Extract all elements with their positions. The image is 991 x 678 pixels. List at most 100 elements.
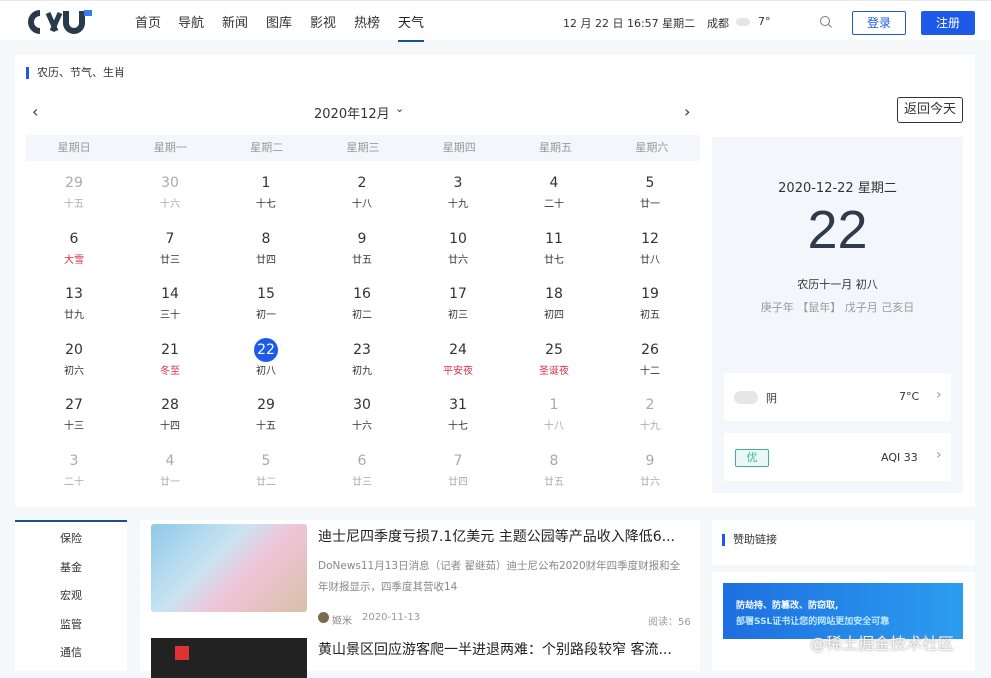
calendar-day[interactable]: 2 十九 bbox=[602, 389, 698, 444]
lunar-label: 廿三 bbox=[160, 254, 180, 266]
calendar-day[interactable]: 29 十五 bbox=[26, 167, 122, 222]
category-fund[interactable]: 基金 bbox=[15, 559, 127, 575]
nav-hot[interactable]: 热榜 bbox=[354, 12, 380, 31]
calendar-day[interactable]: 1 十七 bbox=[218, 167, 314, 222]
calendar-day[interactable]: 13 廿九 bbox=[26, 278, 122, 333]
weekday-label: 星期二 bbox=[250, 141, 284, 154]
chevron-down-icon[interactable]: ⌄ bbox=[395, 102, 404, 115]
calendar-day[interactable]: 14 三十 bbox=[122, 278, 218, 333]
calendar-day[interactable]: 3 二十 bbox=[26, 445, 122, 500]
day-number: 7 bbox=[453, 452, 463, 469]
calendar-day[interactable]: 9 廿六 bbox=[602, 445, 698, 500]
category-macro[interactable]: 宏观 bbox=[15, 587, 127, 603]
lunar-label: 十八 bbox=[352, 199, 372, 210]
header-temp: 7° bbox=[758, 15, 771, 28]
calendar-day[interactable]: 5 廿二 bbox=[218, 445, 314, 500]
calendar-day[interactable]: 18 初四 bbox=[506, 278, 602, 333]
sponsor-header: 赞助链接 bbox=[712, 520, 975, 565]
return-today-button[interactable]: 返回今天 bbox=[897, 97, 963, 123]
login-button[interactable]: 登录 bbox=[852, 11, 906, 35]
category-telecom[interactable]: 通信 bbox=[15, 644, 127, 660]
header-city[interactable]: 成都 bbox=[707, 15, 729, 31]
calendar-day-today[interactable]: 22 初八 bbox=[218, 334, 314, 389]
calendar-day[interactable]: 8 廿四 bbox=[218, 223, 314, 278]
search-icon[interactable] bbox=[819, 15, 833, 29]
calendar-day[interactable]: 30 十六 bbox=[314, 389, 410, 444]
calendar-day[interactable]: 15 初一 bbox=[218, 278, 314, 333]
lunar-label: 初一 bbox=[256, 310, 276, 321]
news-thumbnail[interactable] bbox=[151, 638, 307, 678]
calendar-day[interactable]: 5 廿一 bbox=[602, 167, 698, 222]
lunar-label: 初五 bbox=[640, 310, 660, 321]
day-number: 31 bbox=[449, 397, 467, 413]
calendar-day[interactable]: 16 初二 bbox=[314, 278, 410, 333]
day-number: 17 bbox=[449, 286, 467, 302]
calendar-day[interactable]: 17 初三 bbox=[410, 278, 506, 333]
calendar-day[interactable]: 7 廿四 bbox=[410, 445, 506, 500]
day-number: 5 bbox=[261, 452, 271, 469]
calendar-day[interactable]: 23 初九 bbox=[314, 334, 410, 389]
calendar-day[interactable]: 25 圣诞夜 bbox=[506, 334, 602, 389]
nav-weather[interactable]: 天气 bbox=[398, 12, 424, 31]
calendar-day[interactable]: 2 十八 bbox=[314, 167, 410, 222]
nav-guide[interactable]: 导航 bbox=[178, 12, 204, 31]
day-number: 11 bbox=[545, 230, 563, 247]
day-number: 30 bbox=[353, 397, 371, 413]
calendar-day[interactable]: 4 二十 bbox=[506, 167, 602, 222]
calendar-day[interactable]: 30 十六 bbox=[122, 167, 218, 222]
nav-gallery[interactable]: 图库 bbox=[266, 12, 292, 31]
calendar-day[interactable]: 24 平安夜 bbox=[410, 334, 506, 389]
category-insurance[interactable]: 保险 bbox=[15, 530, 127, 546]
calendar-day[interactable]: 27 十三 bbox=[26, 389, 122, 444]
calendar-day[interactable]: 21 冬至 bbox=[122, 334, 218, 389]
news-title[interactable]: 迪士尼四季度亏损7.1亿美元 主题公园等产品收入降低6... bbox=[318, 526, 675, 546]
site-logo[interactable] bbox=[26, 9, 96, 35]
nav-video[interactable]: 影视 bbox=[310, 12, 336, 31]
cloud-icon bbox=[734, 391, 758, 404]
calendar-day[interactable]: 26 十二 bbox=[602, 334, 698, 389]
calendar-day[interactable]: 29 十五 bbox=[218, 389, 314, 444]
lunar-label: 廿九 bbox=[64, 310, 84, 321]
calendar-day[interactable]: 4 廿一 bbox=[122, 445, 218, 500]
calendar-day[interactable]: 7 廿三 bbox=[122, 223, 218, 278]
nav-home[interactable]: 首页 bbox=[135, 12, 161, 31]
calendar-day[interactable]: 31 十七 bbox=[410, 389, 506, 444]
next-month-icon[interactable]: › bbox=[684, 102, 690, 121]
calendar-day[interactable]: 19 初五 bbox=[602, 278, 698, 333]
day-number: 23 bbox=[353, 341, 371, 358]
lunar-label: 廿五 bbox=[544, 476, 564, 488]
calendar-day[interactable]: 20 初六 bbox=[26, 334, 122, 389]
prev-month-icon[interactable]: ‹ bbox=[32, 102, 38, 121]
calendar-day[interactable]: 1 十八 bbox=[506, 389, 602, 444]
day-number: 25 bbox=[545, 341, 563, 358]
calendar-day[interactable]: 12 廿八 bbox=[602, 223, 698, 278]
lunar-label: 十六 bbox=[160, 199, 180, 210]
day-number: 20 bbox=[65, 341, 83, 358]
category-regulation[interactable]: 监管 bbox=[15, 616, 127, 632]
aqi-card[interactable]: 优 AQI 33 › bbox=[724, 433, 951, 481]
calendar-day[interactable]: 3 十九 bbox=[410, 167, 506, 222]
lunar-label: 廿八 bbox=[640, 254, 660, 266]
weekday-label: 星期三 bbox=[346, 141, 380, 154]
lunar-label: 廿一 bbox=[160, 476, 180, 488]
day-number: 14 bbox=[161, 286, 179, 302]
watermark: @稀土掘金技术社区 bbox=[810, 634, 955, 653]
calendar-day[interactable]: 9 廿五 bbox=[314, 223, 410, 278]
register-button[interactable]: 注册 bbox=[921, 11, 975, 35]
calendar-day[interactable]: 10 廿六 bbox=[410, 223, 506, 278]
lunar-label: 三十 bbox=[160, 310, 180, 321]
calendar-day[interactable]: 28 十四 bbox=[122, 389, 218, 444]
month-selector[interactable]: 2020年12月 bbox=[314, 103, 390, 122]
calendar-day[interactable]: 11 廿七 bbox=[506, 223, 602, 278]
calendar-day[interactable]: 6 廿三 bbox=[314, 445, 410, 500]
news-thumbnail[interactable] bbox=[151, 524, 307, 612]
aqi-value: AQI 33 bbox=[881, 451, 918, 464]
weather-card[interactable]: 阴 7°C › bbox=[724, 373, 951, 421]
news-author[interactable]: 姬米 bbox=[332, 612, 352, 627]
news-title[interactable]: 黄山景区回应游客爬一半进退两难：个别路段较窄 客流... bbox=[318, 639, 672, 659]
calendar-day[interactable]: 6 大雪 bbox=[26, 223, 122, 278]
day-number: 15 bbox=[257, 286, 275, 302]
calendar-day[interactable]: 8 廿五 bbox=[506, 445, 602, 500]
day-number: 4 bbox=[549, 175, 559, 191]
nav-news[interactable]: 新闻 bbox=[222, 12, 248, 31]
